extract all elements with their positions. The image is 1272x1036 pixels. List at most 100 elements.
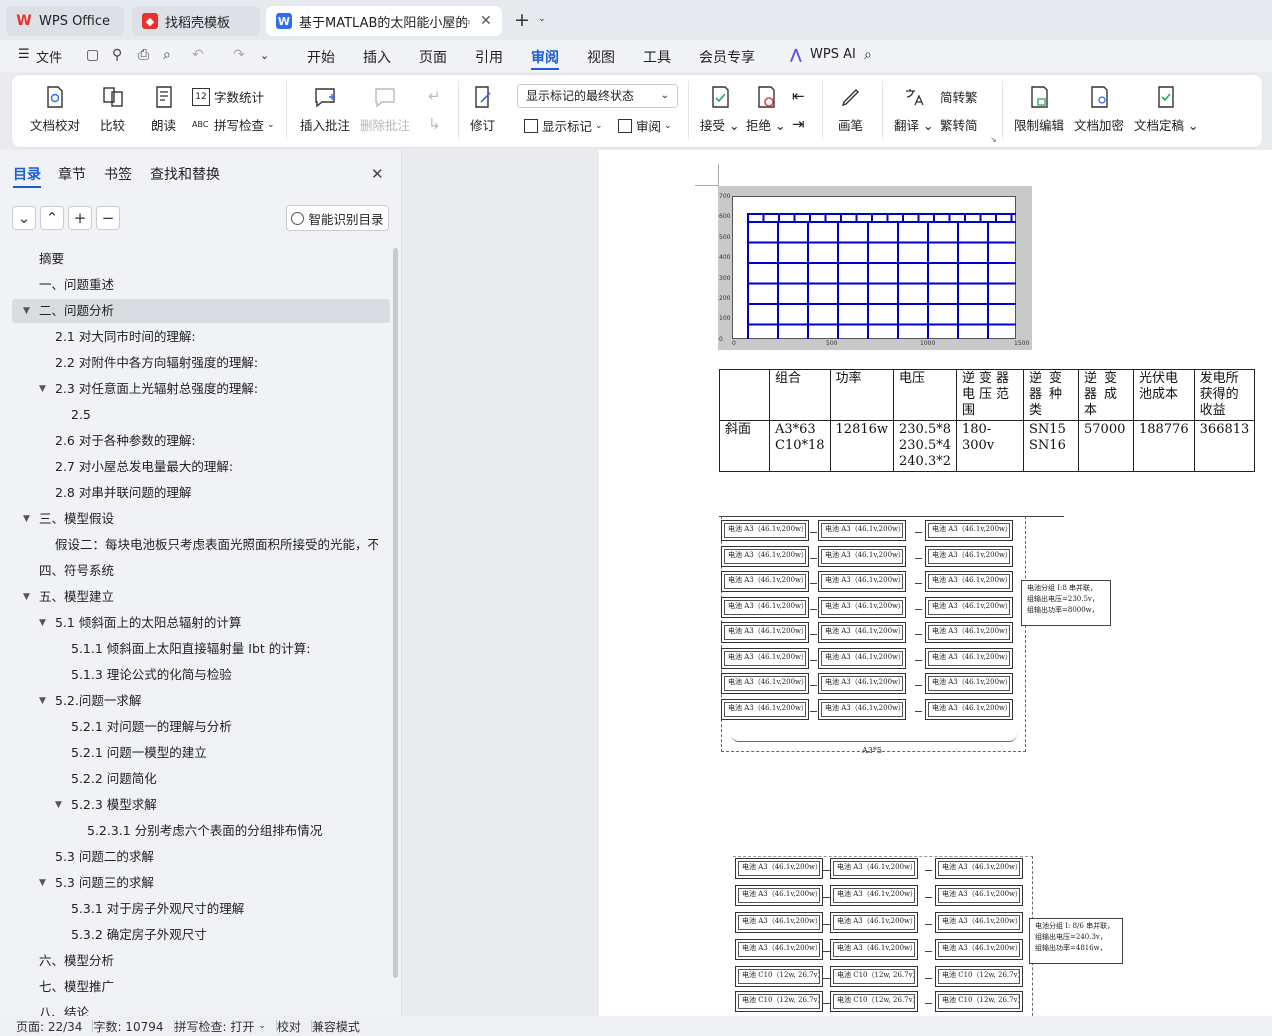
pen-button[interactable]: 画笔	[838, 85, 863, 134]
print-icon[interactable]: ⎙	[138, 47, 149, 63]
menu-insert[interactable]: 插入	[363, 47, 391, 67]
menu-view[interactable]: 视图	[587, 47, 615, 67]
print-preview-icon[interactable]: ⌕	[163, 47, 171, 63]
toc-item[interactable]: 5.2.1 问题一模型的建立	[12, 741, 390, 765]
tab-document[interactable]: W 基于MATLAB的太阳能小屋的 ▭ ✕	[266, 6, 502, 36]
menu-tools[interactable]: 工具	[643, 47, 671, 67]
expand-arrow-icon[interactable]: ▼	[23, 299, 35, 323]
toc-item[interactable]: 2.6 对于各种参数的理解:	[12, 429, 390, 453]
toc-item[interactable]: 5.3 问题二的求解	[12, 845, 390, 869]
toc-item[interactable]: 2.2 对附件中各方向辐射强度的理解:	[12, 351, 390, 375]
redo-icon[interactable]: ↷	[233, 47, 245, 63]
toc-item[interactable]: 5.2.2 问题简化	[12, 767, 390, 791]
share-icon[interactable]: ⚲	[112, 47, 122, 63]
restrict-edit-button[interactable]: 限制编辑	[1014, 85, 1064, 134]
doc-check-button[interactable]: 文档校对	[30, 85, 80, 134]
toc-item[interactable]: ▼ 5.2.问题一求解	[12, 689, 390, 713]
revise-button[interactable]: 修订	[470, 85, 495, 134]
toc-item[interactable]: ▼ 5.2.3 模型求解	[12, 793, 390, 817]
proof-status[interactable]: 校对	[277, 1018, 301, 1035]
expand-arrow-icon[interactable]: ▼	[23, 507, 35, 531]
menu-member[interactable]: 会员专享	[699, 47, 755, 67]
prev-comment-icon[interactable]: ↵	[428, 87, 441, 105]
toc-item[interactable]: 5.1.3 理论公式的化简与检验	[12, 663, 390, 687]
expand-arrow-icon[interactable]: ▼	[39, 377, 51, 401]
tab-wps-office[interactable]: W WPS Office	[6, 6, 124, 36]
close-icon[interactable]: ✕	[371, 165, 384, 183]
prev-change-icon[interactable]: ⇤	[792, 87, 805, 105]
toc-item[interactable]: 5.1.1 倾斜面上太阳直接辐射量 Ibt 的计算:	[12, 637, 390, 661]
wps-ai-icon[interactable]: ⋀	[790, 47, 802, 63]
next-comment-icon[interactable]: ↳	[428, 115, 441, 133]
smart-toc-button[interactable]: 智能识别目录	[286, 205, 389, 231]
tab-bookmarks[interactable]: 书签	[104, 164, 132, 184]
expand-arrow-icon[interactable]: ▼	[39, 689, 51, 713]
spell-check-status[interactable]: 拼写检查: 打开	[175, 1018, 255, 1035]
collapse-all-button[interactable]: ⌄	[12, 206, 36, 230]
menu-reference[interactable]: 引用	[475, 47, 503, 67]
toc-item[interactable]: ▼ 5.3 问题三的求解	[12, 871, 390, 895]
toc-item[interactable]: 5.2.1 对问题一的理解与分析	[12, 715, 390, 739]
reject-button[interactable]: 拒绝 ⌄	[746, 85, 785, 134]
expand-up-button[interactable]: ⌃	[40, 206, 64, 230]
search-icon[interactable]: ⌕	[864, 47, 872, 63]
review-pane-button[interactable]: 审阅 ⌄	[618, 116, 672, 135]
new-tab-icon[interactable]: +	[514, 9, 530, 31]
expand-arrow-icon[interactable]: ▼	[39, 611, 51, 635]
toc-item[interactable]: 2.8 对串并联问题的理解	[12, 481, 390, 505]
menu-home[interactable]: 开始	[307, 47, 335, 67]
expand-arrow-icon[interactable]: ▼	[39, 871, 51, 895]
dialog-launcher-icon[interactable]: ↘	[990, 135, 997, 144]
toc-item[interactable]: ▼ 五、模型建立	[12, 585, 390, 609]
show-markup-button[interactable]: 显示标记 ⌄	[524, 116, 603, 135]
expand-arrow-icon[interactable]: ▼	[55, 793, 67, 817]
markup-state-select[interactable]: 显示标记的最终状态 ⌄	[517, 84, 678, 108]
toc-item[interactable]: 一、问题重述	[12, 273, 390, 297]
toc-item[interactable]: 摘要	[12, 247, 390, 271]
menu-page[interactable]: 页面	[419, 47, 447, 67]
delete-comment-button[interactable]: 删除批注	[360, 85, 410, 134]
toc-item[interactable]: 2.5	[12, 403, 390, 427]
toc-item[interactable]: 5.3.1 对于房子外观尺寸的理解	[12, 897, 390, 921]
menu-review[interactable]: 审阅	[531, 47, 559, 67]
menu-file[interactable]: 文件	[36, 47, 62, 66]
chevron-down-icon[interactable]: ⌄	[538, 14, 546, 24]
toc-item[interactable]: 假设二：每块电池板只考虑表面光照面积所接受的光能，不...	[12, 533, 390, 557]
to-traditional-button[interactable]: 简转繁	[940, 87, 978, 106]
word-count-button[interactable]: 12 字数统计	[192, 87, 264, 106]
compare-button[interactable]: 比较	[100, 85, 125, 134]
toc-item[interactable]: 2.1 对大同市时间的理解:	[12, 325, 390, 349]
monitor-icon[interactable]: ▭	[460, 15, 470, 28]
remove-heading-button[interactable]: −	[96, 206, 120, 230]
more-chevron-icon[interactable]: ⌄	[260, 49, 269, 62]
finalize-button[interactable]: 文档定稿 ⌄	[1134, 85, 1198, 134]
tab-sections[interactable]: 章节	[58, 164, 86, 184]
accept-button[interactable]: 接受 ⌄	[700, 85, 739, 134]
tab-find-replace[interactable]: 查找和替换	[150, 164, 220, 184]
toc-item[interactable]: 5.2.3.1 分别考虑六个表面的分组排布情况	[12, 819, 390, 843]
toc-item[interactable]: ▼ 二、问题分析	[12, 299, 390, 323]
toc-item[interactable]: 六、模型分析	[12, 949, 390, 973]
next-change-icon[interactable]: ⇥	[792, 115, 805, 133]
expand-arrow-icon[interactable]: ▼	[23, 585, 35, 609]
spell-check-button[interactable]: ABC 拼写检查 ⌄	[192, 115, 275, 134]
toc-item[interactable]: ▼ 三、模型假设	[12, 507, 390, 531]
to-simplified-button[interactable]: 繁转简	[940, 115, 978, 134]
toc-item[interactable]: 七、模型推广	[12, 975, 390, 999]
toc-item[interactable]: 5.3.2 确定房子外观尺寸	[12, 923, 390, 947]
menu-wps-ai[interactable]: WPS AI	[810, 47, 856, 62]
toc-item[interactable]: ▼ 2.3 对任意面上光辐射总强度的理解:	[12, 377, 390, 401]
encrypt-button[interactable]: 文档加密	[1074, 85, 1124, 134]
tab-template[interactable]: ◆ 找稻壳模板	[132, 6, 260, 36]
page-indicator[interactable]: 页面: 22/34	[16, 1018, 82, 1035]
insert-comment-button[interactable]: 插入批注	[300, 85, 350, 134]
read-aloud-button[interactable]: 朗读	[151, 85, 176, 134]
toc-item[interactable]: ▼ 5.1 倾斜面上的太阳总辐射的计算	[12, 611, 390, 635]
chevron-down-icon[interactable]: ⌄	[258, 1021, 266, 1031]
toc-item[interactable]: 四、符号系统	[12, 559, 390, 583]
translate-button[interactable]: 翻译 ⌄	[894, 85, 933, 134]
undo-icon[interactable]: ↶	[192, 47, 204, 63]
close-icon[interactable]: ✕	[480, 13, 492, 29]
tab-toc[interactable]: 目录	[13, 164, 41, 184]
add-heading-button[interactable]: +	[68, 206, 92, 230]
